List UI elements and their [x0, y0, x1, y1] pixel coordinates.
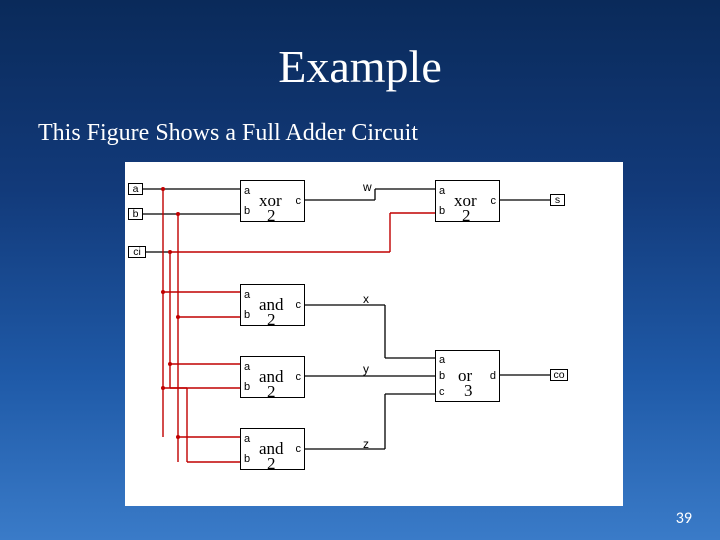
- circuit-wires: [125, 162, 623, 506]
- page-number: 39: [676, 509, 692, 528]
- slide: Example This Figure Shows a Full Adder C…: [0, 0, 720, 540]
- slide-subtitle: This Figure Shows a Full Adder Circuit: [38, 120, 418, 147]
- full-adder-diagram: a b c xor2 a b c and2 a b c and2 a b c a…: [125, 162, 623, 506]
- slide-title: Example: [0, 40, 720, 93]
